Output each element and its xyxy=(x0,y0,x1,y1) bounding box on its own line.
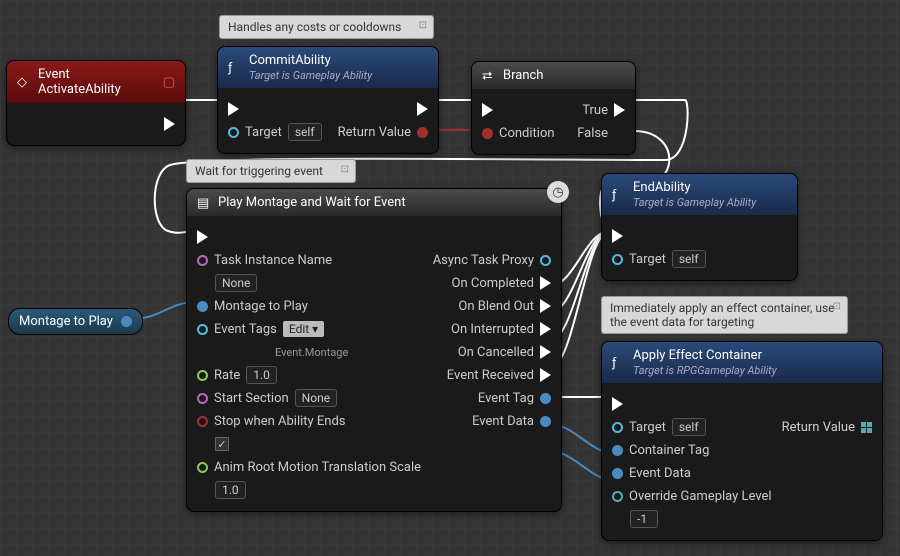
function-icon: ƒ xyxy=(612,188,626,202)
exec-out-pin[interactable] xyxy=(861,397,872,411)
on-interrupted-pin[interactable] xyxy=(540,322,551,336)
event-icon: ◇ xyxy=(17,75,31,89)
lock-icon: ▢ xyxy=(163,75,175,90)
node-header: ƒ Apply Effect ContainerTarget is RPGGam… xyxy=(602,342,882,383)
on-blend-out-pin[interactable] xyxy=(540,299,551,313)
event-tag-pin[interactable] xyxy=(540,393,551,404)
event-data-pin[interactable] xyxy=(540,416,551,427)
exec-in-pin[interactable] xyxy=(482,103,493,117)
node-header: ▤Play Montage and Wait for Event xyxy=(187,189,561,216)
start-section-input[interactable]: None xyxy=(295,389,337,407)
event-activate-ability-node[interactable]: ◇ Event ActivateAbility ▢ xyxy=(6,60,186,146)
return-value-pin[interactable] xyxy=(861,422,872,433)
override-level-input[interactable]: -1 xyxy=(630,510,658,528)
start-section-pin[interactable] xyxy=(197,393,208,404)
play-montage-node[interactable]: ◷ ▤Play Montage and Wait for Event Task … xyxy=(186,188,562,512)
rate-pin[interactable] xyxy=(197,370,208,381)
var-out-pin[interactable] xyxy=(121,316,132,327)
branch-node[interactable]: ⮂Branch True ConditionFalse xyxy=(471,61,636,155)
event-data-pin[interactable] xyxy=(612,468,623,479)
event-received-pin[interactable] xyxy=(540,368,551,382)
exec-in-pin[interactable] xyxy=(228,102,239,116)
task-name-input[interactable]: None xyxy=(215,274,257,292)
exec-out-pin[interactable] xyxy=(164,117,175,131)
clock-icon: ◷ xyxy=(547,181,569,203)
exec-in-pin[interactable] xyxy=(612,229,623,243)
return-value-pin[interactable] xyxy=(417,127,428,138)
stop-pin[interactable] xyxy=(197,416,208,427)
container-tag-pin[interactable] xyxy=(612,445,623,456)
rate-input[interactable]: 1.0 xyxy=(246,366,277,384)
on-cancelled-pin[interactable] xyxy=(540,345,551,359)
node-header: ◇ Event ActivateAbility ▢ xyxy=(7,61,185,103)
anim-scale-pin[interactable] xyxy=(197,462,208,473)
true-exec-pin[interactable] xyxy=(614,103,625,117)
comment-apply: Immediately apply an effect container, u… xyxy=(601,296,848,334)
exec-in-pin[interactable] xyxy=(612,397,623,411)
stop-checkbox[interactable]: ✓ xyxy=(215,437,229,451)
override-level-pin[interactable] xyxy=(612,491,623,502)
function-icon: ƒ xyxy=(612,356,626,370)
false-exec-pin[interactable] xyxy=(614,126,625,140)
exec-in-pin[interactable] xyxy=(197,230,208,244)
exec-out-pin[interactable] xyxy=(540,230,551,244)
montage-to-play-pin[interactable] xyxy=(197,301,208,312)
montage-to-play-variable[interactable]: Montage to Play xyxy=(8,308,143,335)
target-pin[interactable] xyxy=(612,422,623,433)
comment-wait: Wait for triggering event⊡ xyxy=(186,159,356,183)
target-pin[interactable] xyxy=(228,127,239,138)
exec-out-pin[interactable] xyxy=(776,229,787,243)
event-tags-dropdown[interactable]: Edit ▾ xyxy=(283,321,324,337)
commit-ability-node[interactable]: ƒ CommitAbilityTarget is Gameplay Abilit… xyxy=(217,46,439,154)
exec-out-pin[interactable] xyxy=(417,102,428,116)
on-completed-pin[interactable] xyxy=(540,276,551,290)
node-header: ƒ CommitAbilityTarget is Gameplay Abilit… xyxy=(218,47,438,88)
target-pin[interactable] xyxy=(612,254,623,265)
event-tags-pin[interactable] xyxy=(197,324,208,335)
end-ability-node[interactable]: ƒ EndAbilityTarget is Gameplay Ability T… xyxy=(601,173,798,281)
function-icon: ƒ xyxy=(228,61,242,75)
async-icon: ▤ xyxy=(197,196,211,210)
apply-effect-container-node[interactable]: ƒ Apply Effect ContainerTarget is RPGGam… xyxy=(601,341,883,541)
node-header: ƒ EndAbilityTarget is Gameplay Ability xyxy=(602,174,797,215)
branch-icon: ⮂ xyxy=(482,69,496,83)
task-name-pin[interactable] xyxy=(197,255,208,266)
condition-pin[interactable] xyxy=(482,128,493,139)
proxy-pin[interactable] xyxy=(540,255,551,266)
comment-costs: Handles any costs or cooldowns⊡ xyxy=(219,15,434,39)
node-header: ⮂Branch xyxy=(472,62,635,89)
anim-scale-input[interactable]: 1.0 xyxy=(215,481,246,499)
